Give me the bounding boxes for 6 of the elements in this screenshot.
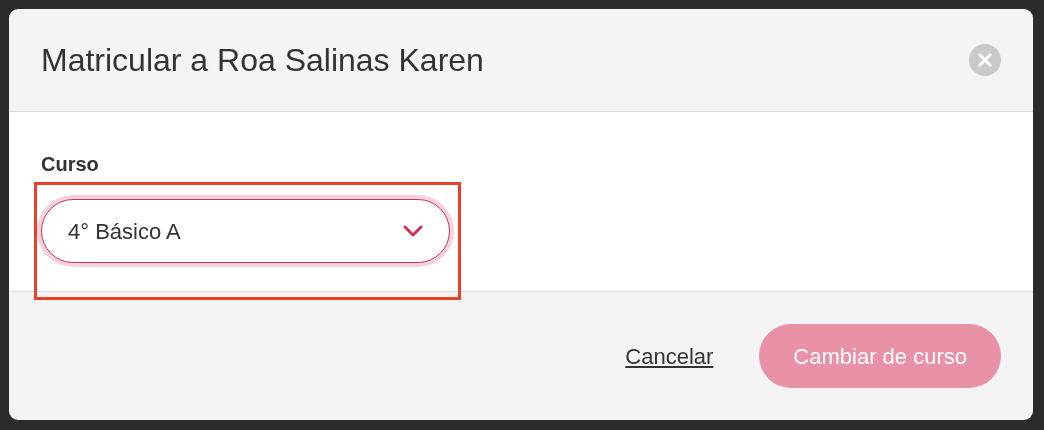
dialog-title: Matricular a Roa Salinas Karen <box>41 40 484 80</box>
close-button[interactable] <box>969 44 1001 76</box>
chevron-down-icon <box>403 225 423 237</box>
close-icon <box>978 53 992 67</box>
cancel-link[interactable]: Cancelar <box>625 339 714 373</box>
field-label: Curso <box>41 152 99 176</box>
